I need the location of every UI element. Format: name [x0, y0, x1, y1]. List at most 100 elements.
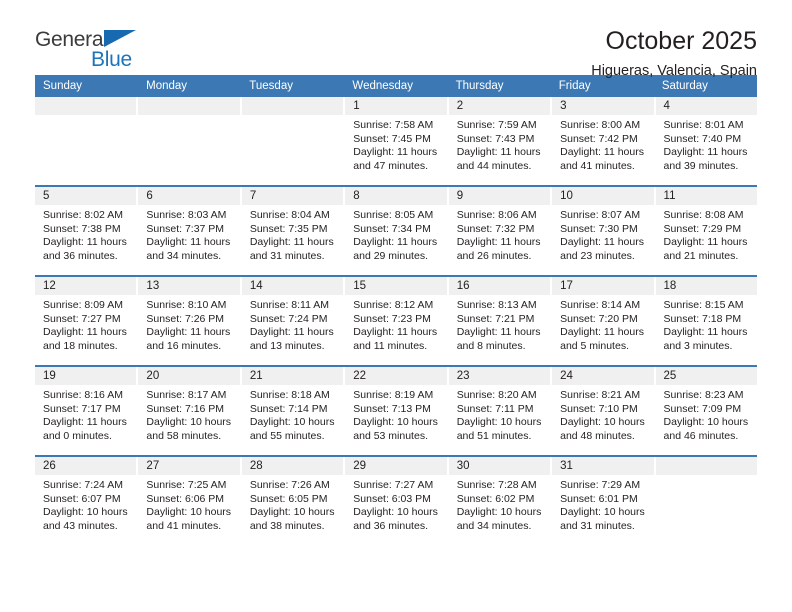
- day-number: 22: [345, 367, 447, 385]
- day-detail-line: Sunrise: 8:14 AM: [560, 299, 641, 311]
- day-cell[interactable]: 3 Sunrise: 8:00 AM Sunset: 7:42 PM Daylight…: [552, 97, 656, 185]
- day-cell[interactable]: 30 Sunrise: 7:28 AM Sunset: 6:02 PM Dayligh…: [448, 457, 553, 545]
- calendar-week-row: 1 Sunrise: 7:58 AM Sunset: 7:45 PM Daylight…: [35, 97, 757, 185]
- day-cell[interactable]: 4 Sunrise: 8:01 AM Sunset: 7:40 PM Daylight…: [655, 97, 757, 185]
- day-detail-line: and 36 minutes.: [43, 249, 118, 262]
- weekday-header-thursday: Thursday: [455, 80, 504, 92]
- day-cell-empty: [35, 97, 139, 185]
- day-cell[interactable]: 29 Sunrise: 7:27 AM Sunset: 6:03 PM Dayligh…: [345, 457, 449, 545]
- day-details: Sunrise: 8:06 AM Sunset: 7:32 PM Daylight:…: [449, 205, 550, 275]
- day-number: 5: [35, 187, 137, 205]
- day-detail-line: and 47 minutes.: [353, 159, 428, 172]
- day-detail-line: and 41 minutes.: [560, 159, 635, 172]
- day-number: 28: [241, 457, 344, 475]
- day-cell[interactable]: 28 Sunrise: 7:26 AM Sunset: 6:05 PM Dayligh…: [241, 457, 346, 545]
- day-number: 18: [655, 277, 757, 295]
- day-details: Sunrise: 8:18 AM Sunset: 7:14 PM Daylight:…: [242, 385, 343, 455]
- calendar-page: General Blue October 2025 Higueras, Vale…: [0, 0, 792, 612]
- day-details: Sunrise: 8:09 AM Sunset: 7:27 PM Daylight:…: [35, 295, 136, 365]
- day-cell[interactable]: 13 Sunrise: 8:10 AM Sunset: 7:26 PM Dayligh…: [138, 277, 242, 365]
- day-cell[interactable]: 6 Sunrise: 8:03 AM Sunset: 7:37 PM Daylight…: [138, 187, 242, 275]
- day-detail-line: Sunrise: 8:02 AM: [43, 209, 123, 221]
- day-number: 3: [552, 97, 654, 115]
- day-details: [656, 475, 757, 545]
- day-cell[interactable]: 21 Sunrise: 8:18 AM Sunset: 7:14 PM Dayligh…: [241, 367, 346, 455]
- day-detail-line: Sunset: 7:11 PM: [456, 402, 534, 415]
- day-cell[interactable]: 20 Sunrise: 8:17 AM Sunset: 7:16 PM Dayligh…: [138, 367, 242, 455]
- day-cell[interactable]: 7 Sunrise: 8:04 AM Sunset: 7:35 PM Daylight…: [241, 187, 346, 275]
- day-detail-line: and 36 minutes.: [353, 519, 428, 532]
- day-cell[interactable]: 2 Sunrise: 7:59 AM Sunset: 7:43 PM Daylight…: [448, 97, 553, 185]
- day-detail-line: Sunrise: 8:04 AM: [249, 209, 330, 221]
- day-detail-line: Sunset: 6:07 PM: [43, 492, 121, 505]
- day-cell[interactable]: 11 Sunrise: 8:08 AM Sunset: 7:29 PM Dayligh…: [655, 187, 757, 275]
- day-number: 23: [448, 367, 551, 385]
- day-cell[interactable]: 27 Sunrise: 7:25 AM Sunset: 6:06 PM Dayligh…: [138, 457, 242, 545]
- day-cell[interactable]: 19 Sunrise: 8:16 AM Sunset: 7:17 PM Dayligh…: [35, 367, 139, 455]
- day-cell[interactable]: 23 Sunrise: 8:20 AM Sunset: 7:11 PM Dayligh…: [448, 367, 553, 455]
- day-detail-line: Sunrise: 8:23 AM: [663, 389, 744, 401]
- day-detail-line: Sunset: 7:29 PM: [663, 222, 742, 235]
- day-detail-line: Daylight: 11 hours: [560, 326, 644, 339]
- day-number: 11: [655, 187, 757, 205]
- day-detail-line: Sunset: 7:27 PM: [43, 312, 121, 325]
- day-detail-line: Sunset: 7:17 PM: [43, 402, 121, 415]
- day-detail-line: Sunrise: 8:13 AM: [456, 299, 537, 311]
- day-detail-line: Daylight: 10 hours: [560, 416, 645, 429]
- day-cell[interactable]: 26 Sunrise: 7:24 AM Sunset: 6:07 PM Dayligh…: [35, 457, 139, 545]
- day-detail-line: Sunset: 6:06 PM: [146, 492, 225, 505]
- day-detail-line: Sunrise: 8:08 AM: [663, 209, 744, 221]
- day-detail-line: Sunrise: 8:01 AM: [663, 119, 744, 131]
- day-detail-line: Sunrise: 8:06 AM: [456, 209, 537, 221]
- day-cell[interactable]: 24 Sunrise: 8:21 AM Sunset: 7:10 PM Dayligh…: [552, 367, 656, 455]
- day-detail-line: and 38 minutes.: [249, 519, 325, 532]
- day-detail-line: Sunrise: 7:58 AM: [353, 119, 434, 131]
- day-number: 10: [552, 187, 654, 205]
- day-detail-line: Sunset: 7:35 PM: [249, 222, 328, 235]
- day-number: 8: [345, 187, 447, 205]
- day-detail-line: and 51 minutes.: [456, 429, 532, 442]
- calendar-weeks: 1 Sunrise: 7:58 AM Sunset: 7:45 PM Daylight…: [35, 97, 757, 545]
- day-cell[interactable]: 31 Sunrise: 7:29 AM Sunset: 6:01 PM Dayligh…: [552, 457, 656, 545]
- day-detail-line: and 31 minutes.: [249, 249, 325, 262]
- day-detail-line: Sunrise: 8:19 AM: [353, 389, 434, 401]
- calendar-week-row: 5 Sunrise: 8:02 AM Sunset: 7:38 PM Daylight…: [35, 187, 757, 275]
- day-cell[interactable]: 10 Sunrise: 8:07 AM Sunset: 7:30 PM Dayligh…: [552, 187, 656, 275]
- day-cell[interactable]: 5 Sunrise: 8:02 AM Sunset: 7:38 PM Daylight…: [35, 187, 139, 275]
- day-cell[interactable]: 17 Sunrise: 8:14 AM Sunset: 7:20 PM Dayligh…: [552, 277, 656, 365]
- day-detail-line: Daylight: 11 hours: [456, 146, 541, 159]
- day-details: Sunrise: 8:17 AM Sunset: 7:16 PM Daylight:…: [138, 385, 239, 455]
- day-cell[interactable]: 22 Sunrise: 8:19 AM Sunset: 7:13 PM Dayligh…: [345, 367, 449, 455]
- day-detail-line: Sunset: 7:21 PM: [456, 312, 535, 325]
- day-cell[interactable]: 18 Sunrise: 8:15 AM Sunset: 7:18 PM Dayligh…: [655, 277, 757, 365]
- day-detail-line: Sunset: 7:20 PM: [560, 312, 638, 325]
- day-details: Sunrise: 7:25 AM Sunset: 6:06 PM Daylight:…: [138, 475, 239, 545]
- day-cell[interactable]: 25 Sunrise: 8:23 AM Sunset: 7:09 PM Dayligh…: [655, 367, 757, 455]
- day-number: [241, 97, 344, 115]
- day-detail-line: Sunrise: 8:03 AM: [146, 209, 227, 221]
- day-cell[interactable]: 12 Sunrise: 8:09 AM Sunset: 7:27 PM Dayligh…: [35, 277, 139, 365]
- day-cell[interactable]: 8 Sunrise: 8:05 AM Sunset: 7:34 PM Daylight…: [345, 187, 449, 275]
- day-cell[interactable]: 15 Sunrise: 8:12 AM Sunset: 7:23 PM Dayligh…: [345, 277, 449, 365]
- day-cell[interactable]: 16 Sunrise: 8:13 AM Sunset: 7:21 PM Dayligh…: [448, 277, 553, 365]
- day-detail-line: Daylight: 11 hours: [353, 236, 438, 249]
- day-detail-line: Sunset: 7:34 PM: [353, 222, 431, 235]
- brand-logo[interactable]: General Blue: [35, 28, 155, 76]
- day-number: 6: [138, 187, 240, 205]
- day-detail-line: Sunrise: 8:20 AM: [456, 389, 537, 401]
- day-number: [655, 457, 757, 475]
- day-detail-line: Daylight: 11 hours: [663, 326, 748, 339]
- day-number: 7: [241, 187, 344, 205]
- day-detail-line: Sunrise: 8:09 AM: [43, 299, 123, 311]
- day-number: 25: [655, 367, 757, 385]
- day-detail-line: Sunrise: 7:24 AM: [43, 479, 123, 491]
- day-cell[interactable]: 9 Sunrise: 8:06 AM Sunset: 7:32 PM Daylight…: [448, 187, 553, 275]
- day-details: Sunrise: 8:23 AM Sunset: 7:09 PM Daylight:…: [656, 385, 757, 455]
- calendar-week-row: 26 Sunrise: 7:24 AM Sunset: 6:07 PM Dayligh…: [35, 457, 757, 545]
- day-cell[interactable]: 14 Sunrise: 8:11 AM Sunset: 7:24 PM Dayligh…: [241, 277, 346, 365]
- day-cell[interactable]: 1 Sunrise: 7:58 AM Sunset: 7:45 PM Daylight…: [345, 97, 449, 185]
- day-detail-line: Daylight: 10 hours: [249, 506, 335, 519]
- day-details: Sunrise: 8:03 AM Sunset: 7:37 PM Daylight:…: [138, 205, 239, 275]
- day-detail-line: Daylight: 11 hours: [249, 326, 334, 339]
- day-detail-line: and 31 minutes.: [560, 519, 635, 532]
